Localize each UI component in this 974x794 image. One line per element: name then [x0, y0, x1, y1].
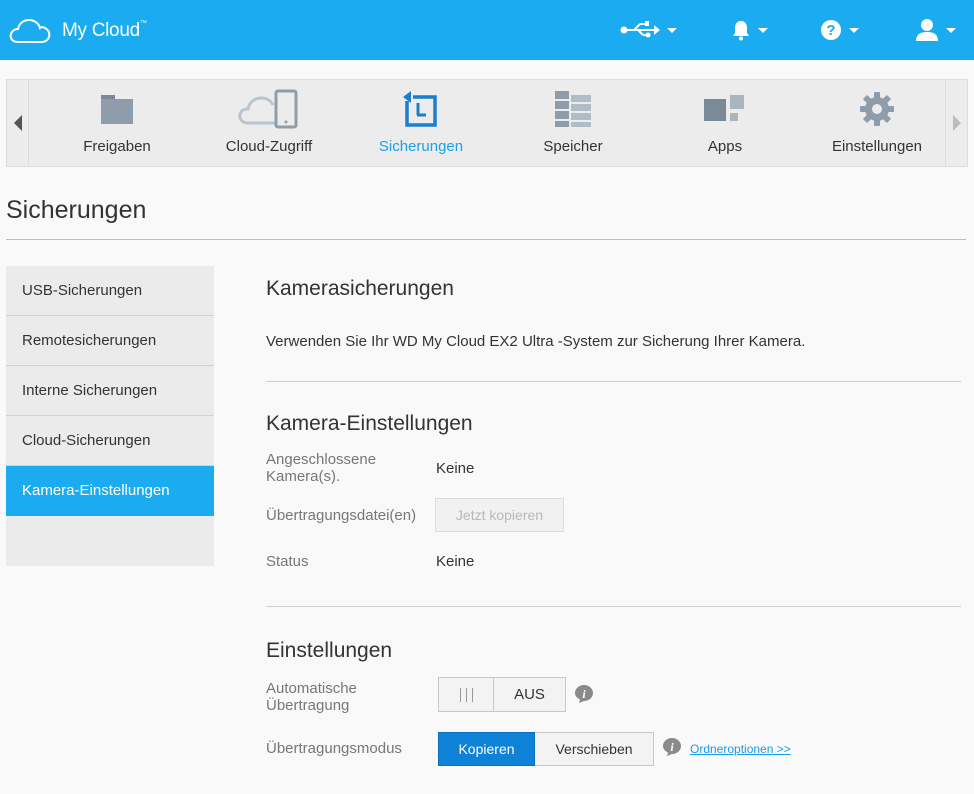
gear-icon — [860, 92, 894, 126]
sidebar-item-cloud-sicherungen[interactable]: Cloud-Sicherungen — [6, 416, 214, 466]
main-navigation: Freigaben Cloud-Zugriff Sicherungen Spei… — [6, 79, 968, 167]
user-icon — [916, 19, 938, 41]
auto-transfer-label: Automatische Übertragung — [266, 680, 357, 714]
help-icon: ? — [821, 20, 841, 40]
chevron-down-icon — [946, 27, 956, 33]
divider — [266, 606, 961, 607]
cloud-device-icon — [238, 89, 298, 129]
sidebar-item-remotesicherungen[interactable]: Remotesicherungen — [6, 316, 214, 366]
chevron-down-icon — [758, 27, 768, 33]
usb-icon — [620, 21, 660, 38]
arrow-right-icon — [952, 115, 961, 131]
app-name: My Cloud™ — [62, 20, 147, 41]
usb-menu[interactable] — [620, 16, 677, 44]
transfer-files-label: Übertragungsdatei(en) — [266, 507, 417, 524]
nav-scroll-left[interactable] — [7, 80, 29, 166]
nav-item-cloud-zugriff[interactable]: Cloud-Zugriff — [194, 80, 344, 166]
arrow-left-icon — [13, 115, 22, 131]
nav-item-freigaben[interactable]: Freigaben — [42, 80, 192, 166]
transfer-mode-label: Übertragungsmodus — [266, 740, 402, 757]
nav-item-apps[interactable]: Apps — [650, 80, 800, 166]
folder-icon — [101, 95, 133, 124]
status-value: Keine — [436, 553, 475, 570]
page-title: Sicherungen — [6, 196, 147, 224]
sidebar-item-usb-sicherungen[interactable]: USB-Sicherungen — [6, 266, 214, 316]
chevron-down-icon — [667, 27, 677, 33]
connected-cameras-value: Keine — [436, 460, 475, 477]
nav-item-einstellungen[interactable]: Einstellungen — [802, 80, 952, 166]
top-bar: My Cloud™ ? — [0, 0, 974, 60]
divider — [266, 381, 961, 382]
section-heading-kamerasicherungen: Kamerasicherungen — [266, 277, 454, 300]
section-description: Verwenden Sie Ihr WD My Cloud EX2 Ultra … — [266, 333, 806, 350]
nav-scroll-right[interactable] — [945, 80, 967, 166]
section-heading-einstellungen: Einstellungen — [266, 639, 393, 662]
sidebar: USB-Sicherungen Remotesicherungen Intern… — [6, 266, 214, 566]
backup-icon — [403, 91, 437, 127]
notifications-menu[interactable] — [731, 16, 768, 44]
toggle-handle[interactable] — [439, 678, 494, 711]
sidebar-item-interne-sicherungen[interactable]: Interne Sicherungen — [6, 366, 214, 416]
apps-icon — [704, 95, 744, 121]
nav-item-sicherungen[interactable]: Sicherungen — [346, 80, 496, 166]
nav-item-speicher[interactable]: Speicher — [498, 80, 648, 166]
folder-options-link[interactable]: Ordneroptionen >> — [690, 742, 791, 756]
copy-now-button[interactable]: Jetzt kopieren — [435, 498, 564, 532]
divider — [6, 239, 966, 240]
info-icon[interactable]: i — [574, 684, 594, 704]
transfer-mode-selector: Kopieren Verschieben — [438, 732, 654, 766]
sidebar-item-kamera-einstellungen[interactable]: Kamera-Einstellungen — [6, 466, 214, 516]
status-label: Status — [266, 553, 309, 570]
help-menu[interactable]: ? — [820, 16, 859, 44]
svg-text:?: ? — [826, 22, 835, 39]
storage-icon — [555, 91, 591, 127]
cloud-logo-icon — [9, 18, 51, 43]
mode-copy-button[interactable]: Kopieren — [438, 732, 535, 766]
mode-move-button[interactable]: Verschieben — [535, 732, 654, 766]
user-menu[interactable] — [915, 16, 956, 44]
bell-icon — [733, 21, 749, 41]
info-icon[interactable]: i — [662, 737, 682, 757]
logo[interactable]: My Cloud™ — [8, 16, 147, 46]
section-heading-kamera-einstellungen: Kamera-Einstellungen — [266, 412, 473, 435]
chevron-down-icon — [849, 27, 859, 33]
toggle-state-label: AUS — [514, 686, 545, 703]
auto-transfer-toggle[interactable]: AUS — [438, 677, 566, 712]
connected-cameras-label: Angeschlossene Kamera(s). — [266, 451, 377, 485]
